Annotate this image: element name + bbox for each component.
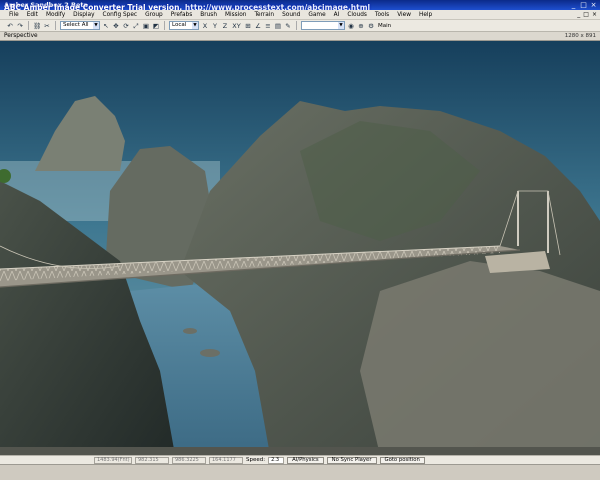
snap-grid-icon[interactable]: ⊞	[244, 22, 252, 30]
edit-icon[interactable]: ✎	[284, 22, 292, 30]
undo-icon[interactable]: ↶	[6, 22, 14, 30]
bottom-strip	[0, 464, 600, 480]
menu-ai[interactable]: AI	[334, 12, 340, 18]
menu-bar: File Edit Modify Display Config Spec Gro…	[0, 10, 600, 20]
layers-icon[interactable]: ▤	[274, 22, 282, 30]
chevron-down-icon: ▼	[192, 22, 198, 29]
minimize-button[interactable]: _	[569, 1, 578, 9]
menu-terrain[interactable]: Terrain	[254, 12, 274, 18]
align-icon[interactable]: ≡	[264, 22, 272, 30]
menu-help[interactable]: Help	[419, 12, 432, 18]
menu-brush[interactable]: Brush	[200, 12, 217, 18]
menu-modify[interactable]: Modify	[46, 12, 65, 18]
settings-icon[interactable]: ⚙	[367, 22, 375, 30]
menu-config-spec[interactable]: Config Spec	[103, 12, 138, 18]
position-z-field: 986.3225	[172, 456, 206, 464]
menu-game[interactable]: Game	[308, 12, 325, 18]
toolbar-separator	[296, 21, 297, 30]
select-object-icon[interactable]: ▣	[142, 22, 150, 30]
ai-physics-button[interactable]: AI/Physics	[287, 456, 324, 464]
mdi-close-button[interactable]: ×	[592, 11, 597, 18]
link-icon[interactable]: ⛓	[33, 22, 41, 30]
mdi-minimize-button[interactable]: _	[577, 11, 580, 18]
mdi-controls: _ □ ×	[577, 11, 597, 18]
menu-clouds[interactable]: Clouds	[347, 12, 367, 18]
close-button[interactable]: ×	[589, 1, 598, 9]
move-icon[interactable]: ✥	[112, 22, 120, 30]
coordinate-system-select[interactable]: Local ▼	[169, 21, 199, 30]
menu-mission[interactable]: Mission	[225, 12, 246, 18]
chevron-down-icon: ▼	[93, 22, 99, 29]
viewport-resolution: 1280 x 891	[564, 33, 596, 39]
select-icon[interactable]: ↖	[102, 22, 110, 30]
viewport-title[interactable]: Perspective	[4, 32, 38, 41]
river-islet	[200, 349, 220, 357]
toolbar-separator	[55, 21, 56, 30]
menu-display[interactable]: Display	[73, 12, 94, 18]
chevron-down-icon: ▼	[338, 22, 344, 29]
lock-icon[interactable]: ⊕	[357, 22, 365, 30]
axis-y-toggle[interactable]: Y	[211, 22, 219, 30]
menu-view[interactable]: View	[397, 12, 411, 18]
menu-edit[interactable]: Edit	[27, 12, 38, 18]
status-bar: 1483.94(Fnt) 982.315 986.3225 164.1177 S…	[0, 455, 600, 464]
mdi-restore-button[interactable]: □	[583, 11, 589, 18]
scale-icon[interactable]: ⤢	[132, 22, 140, 30]
ground-strip	[0, 447, 600, 455]
speed-label: Speed:	[246, 457, 266, 463]
axis-xy-toggle[interactable]: XY	[231, 22, 242, 30]
position-y-field: 982.315	[135, 456, 169, 464]
axis-z-toggle[interactable]: Z	[221, 22, 229, 30]
position-x-field: 1483.94(Fnt)	[94, 456, 132, 464]
foreground-right-cliff	[360, 261, 600, 455]
camera-icon[interactable]: ◉	[347, 22, 355, 30]
rotate-icon[interactable]: ⟳	[122, 22, 130, 30]
redo-icon[interactable]: ↷	[16, 22, 24, 30]
menu-group[interactable]: Group	[145, 12, 163, 18]
maximize-button[interactable]: □	[579, 1, 588, 9]
axis-x-toggle[interactable]: X	[201, 22, 209, 30]
object-name-select[interactable]: ▼	[301, 21, 345, 30]
menu-sound[interactable]: Sound	[282, 12, 300, 18]
menu-file[interactable]: File	[9, 12, 19, 18]
unlink-icon[interactable]: ✂	[43, 22, 51, 30]
coordinate-system-value: Local	[172, 22, 187, 28]
menu-tools[interactable]: Tools	[375, 12, 389, 18]
3d-viewport[interactable]	[0, 41, 600, 455]
speed-input[interactable]: 2.3	[268, 456, 285, 464]
viewport-header: Perspective 1280 x 891	[0, 32, 600, 41]
heading-field: 164.1177	[209, 456, 243, 464]
scene-render	[0, 41, 600, 455]
goto-position-button[interactable]: Goto position	[379, 456, 425, 464]
selection-filter-select[interactable]: Select All ▼	[60, 21, 100, 30]
toolbar-separator	[28, 21, 29, 30]
select-terrain-icon[interactable]: ◩	[152, 22, 160, 30]
menu-prefabs[interactable]: Prefabs	[171, 12, 193, 18]
main-layer-label[interactable]: Main	[378, 23, 391, 29]
selection-filter-value: Select All	[63, 22, 89, 28]
main-toolbar: ↶ ↷ ⛓ ✂ Select All ▼ ↖ ✥ ⟳ ⤢ ▣ ◩ Local ▼…	[0, 20, 600, 32]
toolbar-separator	[164, 21, 165, 30]
no-sync-player-button[interactable]: No Sync Player	[326, 456, 377, 464]
snap-angle-icon[interactable]: ∠	[254, 22, 262, 30]
river-islet	[183, 328, 197, 334]
